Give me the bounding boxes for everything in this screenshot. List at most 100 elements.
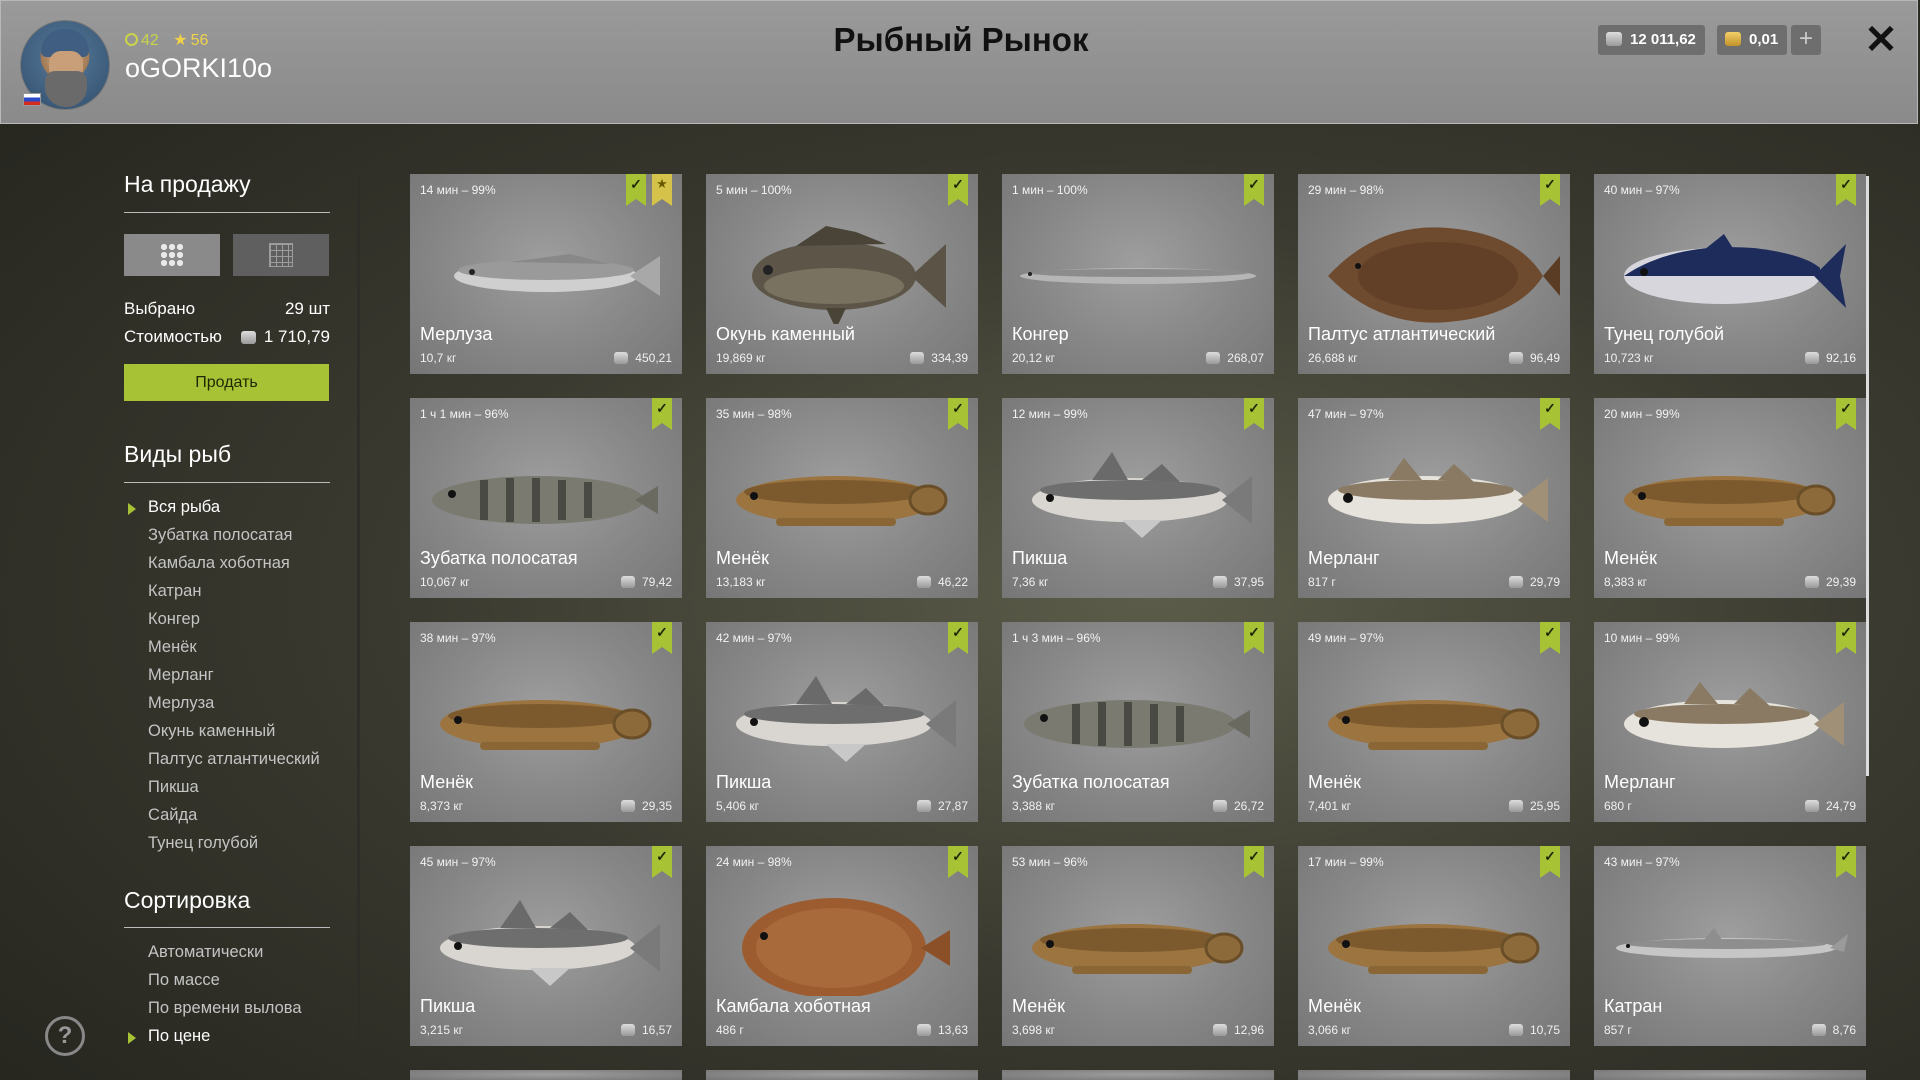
silver-coin-icon	[1804, 800, 1819, 812]
fish-weight: 10,723 кг	[1604, 351, 1654, 365]
fish-name: Пикша	[716, 772, 772, 792]
fish-card[interactable]: 38 мин – 97% ✓ Менёк 8,373 кг 29,35	[410, 622, 682, 822]
fish-price: 26,72	[1212, 799, 1264, 813]
fish-card[interactable]: 24 мин – 98% ✓ Камбала хоботная 486 г 13…	[706, 846, 978, 1046]
species-item[interactable]: Вся рыба	[148, 498, 220, 517]
fish-weight: 19,869 кг	[716, 351, 766, 365]
species-item[interactable]: Сайда	[148, 806, 197, 825]
for-sale-title: На продажу	[124, 171, 251, 197]
catch-time: 1 ч 3 мин – 96%	[1012, 631, 1101, 645]
catch-time: 1 ч 1 мин – 96%	[420, 407, 509, 421]
fish-name: Менёк	[420, 772, 474, 792]
fish-card[interactable]: 35 мин – 98% ✓ Менёк 13,183 кг 46,22	[706, 398, 978, 598]
species-title: Виды рыб	[124, 441, 232, 467]
catch-time: 35 мин – 98%	[716, 407, 792, 421]
fish-weight: 680 г	[1604, 799, 1632, 813]
fish-card[interactable]: 29 мин – 98% ✓ Палтус атлантический 26,6…	[1298, 174, 1570, 374]
fish-weight: 8,373 кг	[420, 799, 463, 813]
fish-card[interactable]: 12 мин – 99% ✓ Пикша 7,36 кг 37,95	[1002, 398, 1274, 598]
price-value: 27,87	[937, 799, 968, 813]
fish-card[interactable]: 5 мин – 100% ✓ Окунь каменный 19,869 кг …	[706, 174, 978, 374]
fish-card[interactable]: 17 мин – 99% ✓ Менёк 3,066 кг 10,75	[1298, 846, 1570, 1046]
fish-card[interactable]	[1002, 1070, 1274, 1080]
silver-coin-icon	[916, 1024, 931, 1036]
silver-coin-icon	[620, 1024, 635, 1036]
fish-price: 12,96	[1212, 1023, 1264, 1037]
species-item[interactable]: Окунь каменный	[148, 722, 275, 741]
species-item[interactable]: Мерлуза	[148, 694, 214, 713]
fish-card[interactable]: 14 мин – 99% ✓ Мерлуза 10,7 кг 450,21 ★	[410, 174, 682, 374]
species-item[interactable]: Конгер	[148, 610, 200, 629]
fish-card[interactable]	[706, 1070, 978, 1080]
grid-small-icon	[269, 243, 293, 267]
price-value: 92,16	[1825, 351, 1856, 365]
species-item[interactable]: Мерланг	[148, 666, 214, 685]
silver-coin-icon	[1811, 1024, 1826, 1036]
close-button[interactable]: ✕	[1863, 20, 1899, 60]
selected-arrow-icon	[128, 503, 136, 515]
gold-balance: 0,01	[1717, 25, 1788, 55]
price-value: 16,57	[641, 1023, 672, 1037]
header-bar: 42 ★ 56 oGORKI10o Рыбный Рынок 12 011,62 …	[0, 0, 1918, 124]
species-item[interactable]: Менёк	[148, 638, 197, 657]
fish-card[interactable]: 43 мин – 97% ✓ Катран 857 г 8,76	[1594, 846, 1866, 1046]
sort-item[interactable]: По времени вылова	[148, 999, 302, 1018]
sort-item[interactable]: По массе	[148, 971, 220, 990]
fish-weight: 8,383 кг	[1604, 575, 1647, 589]
catch-time: 14 мин – 99%	[420, 183, 496, 197]
fish-card[interactable]: 45 мин – 97% ✓ Пикша 3,215 кг 16,57	[410, 846, 682, 1046]
fish-weight: 20,12 кг	[1012, 351, 1055, 365]
fish-weight: 3,215 кг	[420, 1023, 463, 1037]
fish-card[interactable]	[410, 1070, 682, 1080]
species-item[interactable]: Палтус атлантический	[148, 750, 320, 769]
fish-weight: 7,36 кг	[1012, 575, 1049, 589]
add-currency-button[interactable]: +	[1791, 25, 1821, 55]
fish-name: Зубатка полосатая	[420, 548, 578, 568]
view-large-grid-button[interactable]	[124, 234, 220, 276]
silver-coin-icon	[1206, 352, 1221, 364]
fish-card[interactable]: 1 ч 1 мин – 96% ✓ Зубатка полосатая 10,0…	[410, 398, 682, 598]
fish-card[interactable]: 20 мин – 99% ✓ Менёк 8,383 кг 29,39	[1594, 398, 1866, 598]
fish-card[interactable]: 42 мин – 97% ✓ Пикша 5,406 кг 27,87	[706, 622, 978, 822]
sort-title: Сортировка	[124, 887, 251, 913]
divider	[124, 927, 330, 928]
fish-weight: 10,7 кг	[420, 351, 457, 365]
sell-button[interactable]: Продать	[124, 364, 329, 401]
fish-price: 29,39	[1804, 575, 1856, 589]
fish-price: 268,07	[1206, 351, 1264, 365]
fish-card[interactable]: 10 мин – 99% ✓ Мерланг 680 г 24,79	[1594, 622, 1866, 822]
help-button[interactable]: ?	[45, 1016, 85, 1056]
species-item[interactable]: Тунец голубой	[148, 834, 258, 853]
fish-card[interactable]	[1594, 1070, 1866, 1080]
species-item[interactable]: Катран	[148, 582, 201, 601]
price-value: 37,95	[1233, 575, 1264, 589]
sort-item[interactable]: По цене	[148, 1027, 210, 1046]
silver-coin-icon	[1508, 352, 1523, 364]
fish-weight: 3,388 кг	[1012, 799, 1055, 813]
fish-name: Палтус атлантический	[1308, 324, 1496, 344]
species-item[interactable]: Пикша	[148, 778, 199, 797]
fish-name: Зубатка полосатая	[1012, 772, 1170, 792]
sort-item[interactable]: Автоматически	[148, 943, 263, 962]
fish-card[interactable]: 40 мин – 97% ✓ Тунец голубой 10,723 кг 9…	[1594, 174, 1866, 374]
fish-card[interactable]: 1 мин – 100% ✓ Конгер 20,12 кг 268,07	[1002, 174, 1274, 374]
fish-card[interactable]: 49 мин – 97% ✓ Менёк 7,401 кг 25,95	[1298, 622, 1570, 822]
silver-coin-icon	[1508, 1024, 1523, 1036]
price-value: 334,39	[931, 351, 968, 365]
catch-time: 5 мин – 100%	[716, 183, 792, 197]
scrollbar[interactable]	[1866, 176, 1869, 776]
catch-time: 12 мин – 99%	[1012, 407, 1088, 421]
silver-coin-icon	[614, 352, 629, 364]
divider	[124, 212, 330, 213]
fish-card[interactable]: 47 мин – 97% ✓ Мерланг 817 г 29,79	[1298, 398, 1570, 598]
view-small-grid-button[interactable]	[233, 234, 329, 276]
catch-time: 10 мин – 99%	[1604, 631, 1680, 645]
fish-price: 8,76	[1811, 1023, 1856, 1037]
fish-card[interactable]: 53 мин – 96% ✓ Менёк 3,698 кг 12,96	[1002, 846, 1274, 1046]
species-item[interactable]: Зубатка полосатая	[148, 526, 292, 545]
fish-card[interactable]: 1 ч 3 мин – 96% ✓ Зубатка полосатая 3,38…	[1002, 622, 1274, 822]
price-value: 46,22	[937, 575, 968, 589]
silver-coin-icon	[1212, 576, 1227, 588]
fish-card[interactable]	[1298, 1070, 1570, 1080]
species-item[interactable]: Камбала хоботная	[148, 554, 290, 573]
